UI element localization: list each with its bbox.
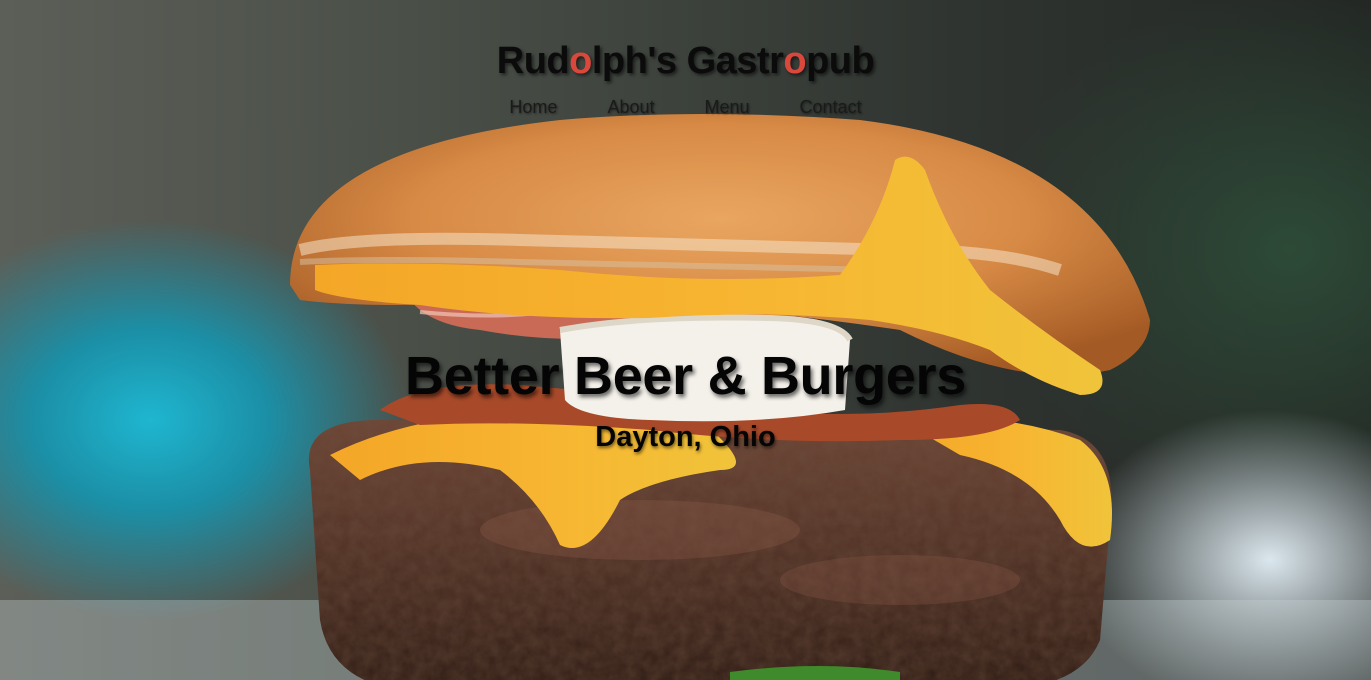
nav-link-menu[interactable]: Menu [704, 97, 749, 118]
logo-accent-letter: o [783, 40, 807, 82]
site-logo[interactable]: Rudolph's Gastropub [496, 40, 875, 83]
nav-link-about[interactable]: About [607, 97, 654, 118]
logo-text-part: Rud [496, 40, 570, 82]
hero-subtitle: Dayton, Ohio [595, 421, 776, 453]
nav-link-contact[interactable]: Contact [800, 97, 862, 118]
logo-accent-letter: o [569, 40, 592, 82]
main-nav: Home About Menu Contact [0, 97, 1371, 118]
nav-link-home[interactable]: Home [509, 97, 557, 118]
hero-section: Better Beer & Burgers Dayton, Ohio [0, 345, 1371, 454]
logo-text-part: pub [806, 40, 875, 82]
logo-text-part: lph's Gastr [591, 40, 784, 82]
site-header: Rudolph's Gastropub Home About Menu Cont… [0, 40, 1371, 118]
hero-title: Better Beer & Burgers [405, 346, 966, 406]
